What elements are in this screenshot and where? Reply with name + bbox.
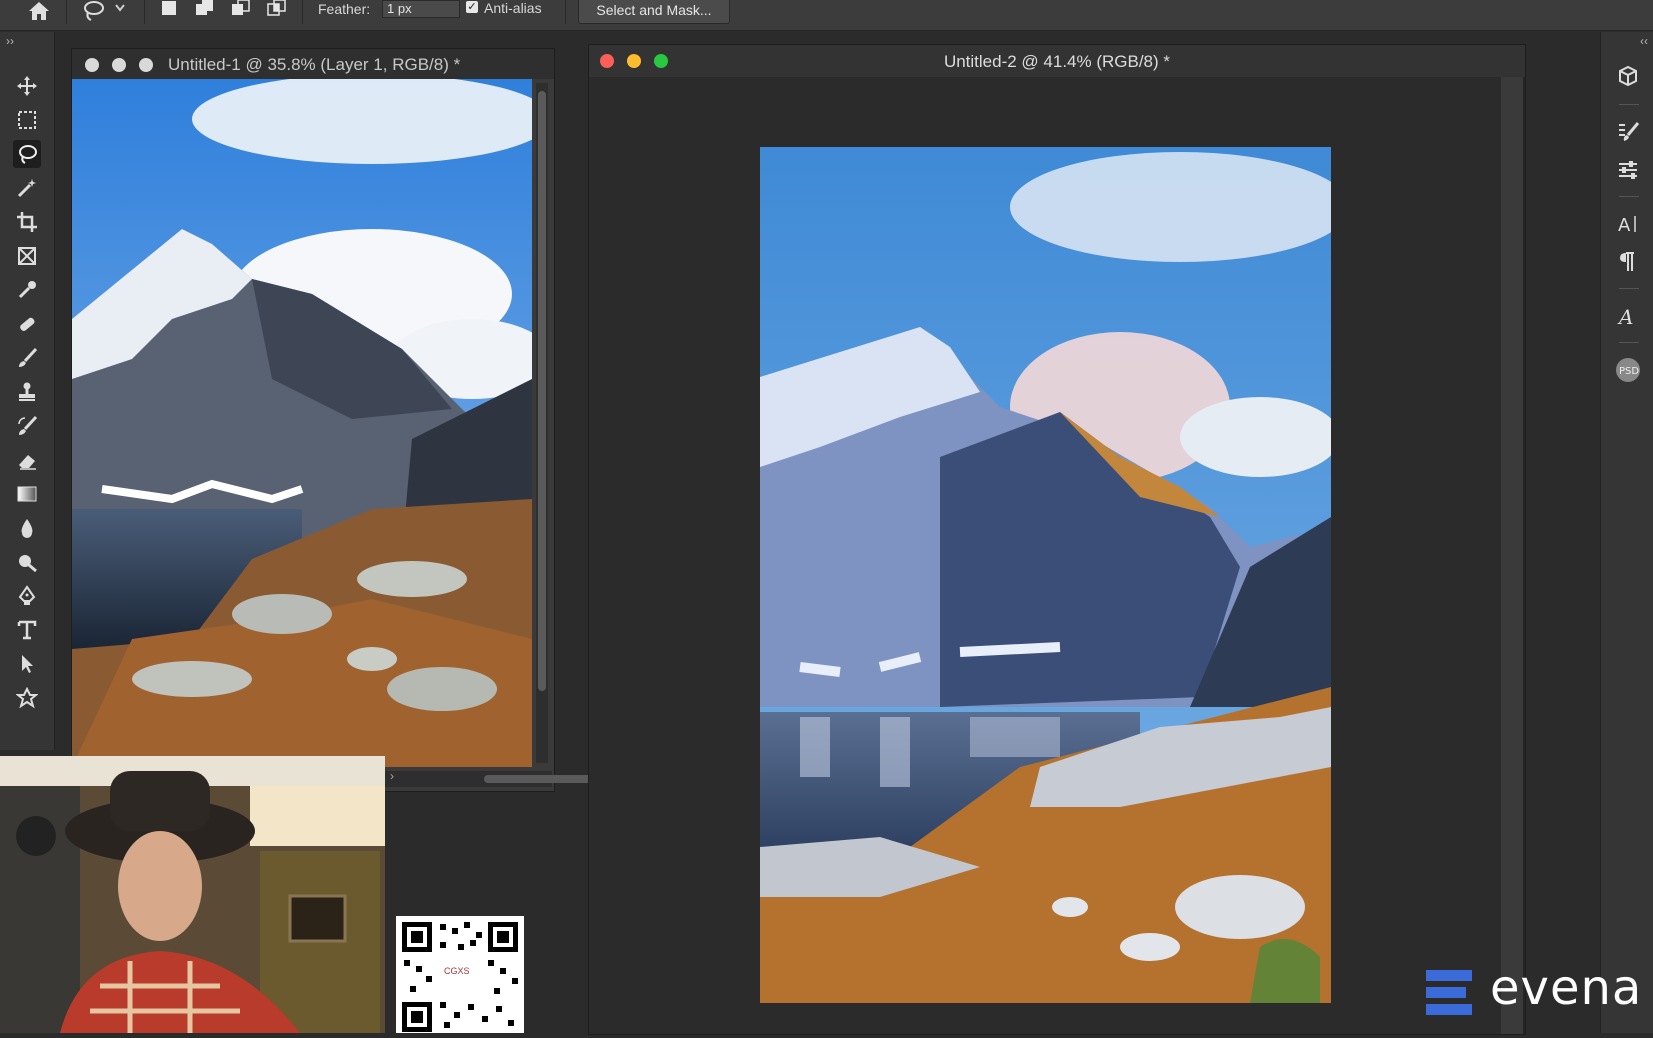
- path-selection-icon[interactable]: [13, 650, 41, 678]
- close-window-icon[interactable]: [85, 58, 99, 72]
- chevron-right-icon[interactable]: ›: [390, 769, 394, 783]
- evena-watermark: evena: [1418, 960, 1653, 1026]
- clone-stamp-icon[interactable]: [13, 378, 41, 406]
- qr-code: CGXS: [396, 916, 524, 1033]
- reference-photo-canvas[interactable]: [72, 79, 532, 767]
- svg-text:A: A: [1618, 215, 1631, 236]
- qr-center-label: CGXS: [444, 966, 470, 976]
- document-1-vertical-scrollbar[interactable]: [536, 83, 548, 763]
- webcam-feed: [0, 756, 385, 1033]
- painting-canvas[interactable]: [760, 147, 1331, 1003]
- move-tool-icon[interactable]: [13, 72, 41, 100]
- new-selection-icon[interactable]: [159, 0, 181, 20]
- character-icon[interactable]: A: [1613, 210, 1643, 238]
- document-2-vertical-scrollbar[interactable]: [1501, 77, 1523, 1034]
- dock-collapse-icon[interactable]: ‹‹: [1640, 34, 1648, 48]
- watermark-text: evena: [1490, 960, 1643, 1016]
- brush-tool-icon[interactable]: [13, 344, 41, 372]
- subtract-selection-icon[interactable]: [231, 0, 253, 20]
- frame-tool-icon[interactable]: [13, 242, 41, 270]
- healing-brush-icon[interactable]: [13, 310, 41, 338]
- document-2-titlebar: Untitled-2 @ 41.4% (RGB/8) *: [589, 45, 1525, 77]
- custom-shape-icon[interactable]: [13, 684, 41, 712]
- eyedropper-icon[interactable]: [13, 276, 41, 304]
- glyphs-icon[interactable]: A: [1613, 302, 1643, 330]
- marquee-tool-icon[interactable]: [13, 106, 41, 134]
- document-2-title: Untitled-2 @ 41.4% (RGB/8) *: [943, 52, 1171, 71]
- pen-tool-icon[interactable]: [13, 582, 41, 610]
- lasso-preset-dropdown[interactable]: [82, 0, 130, 24]
- toolbox: ››: [0, 32, 55, 750]
- options-bar: Feather: 1 px ✓ Anti-alias Select and Ma…: [0, 0, 1653, 31]
- type-tool-icon[interactable]: [13, 616, 41, 644]
- properties-icon[interactable]: [1613, 156, 1643, 184]
- home-icon[interactable]: [26, 0, 52, 22]
- add-selection-icon[interactable]: [195, 0, 217, 20]
- panel-dock: ‹‹ A A PSD: [1600, 32, 1653, 1033]
- minimize-window-icon[interactable]: [112, 58, 126, 72]
- evena-logo-icon: [1426, 970, 1472, 1015]
- svg-text:A: A: [1617, 305, 1633, 328]
- dodge-tool-icon[interactable]: [13, 548, 41, 576]
- anti-alias-checkbox[interactable]: ✓: [466, 1, 478, 13]
- zoom-window-icon[interactable]: [139, 58, 153, 72]
- blur-tool-icon[interactable]: [13, 514, 41, 542]
- crop-tool-icon[interactable]: [13, 208, 41, 236]
- svg-text:PSD: PSD: [1619, 366, 1639, 377]
- magic-wand-icon[interactable]: [13, 174, 41, 202]
- document-1-titlebar: Untitled-1 @ 35.8% (Layer 1, RGB/8) *: [72, 49, 554, 79]
- feather-input[interactable]: 1 px: [382, 0, 460, 18]
- brush-settings-icon[interactable]: [1613, 118, 1643, 146]
- document-1-horizontal-scrollbar[interactable]: [372, 771, 599, 787]
- document-1-title: Untitled-1 @ 35.8% (Layer 1, RGB/8) *: [168, 55, 461, 74]
- feather-label: Feather:: [318, 1, 371, 17]
- document-window-1: Untitled-1 @ 35.8% (Layer 1, RGB/8) * ›: [71, 48, 599, 792]
- 3d-icon[interactable]: [1613, 62, 1643, 90]
- toolbox-collapse-icon[interactable]: ››: [6, 34, 14, 48]
- document-window-2: Untitled-2 @ 41.4% (RGB/8) *: [588, 44, 1526, 1035]
- history-brush-icon[interactable]: [13, 412, 41, 440]
- anti-alias-label: Anti-alias: [484, 0, 542, 16]
- select-and-mask-button[interactable]: Select and Mask...: [578, 0, 730, 24]
- psd-icon[interactable]: PSD: [1613, 356, 1643, 384]
- eraser-icon[interactable]: [13, 446, 41, 474]
- intersect-selection-icon[interactable]: [267, 0, 289, 20]
- paragraph-icon[interactable]: [1613, 248, 1643, 276]
- gradient-tool-icon[interactable]: [13, 480, 41, 508]
- lasso-tool-icon[interactable]: [13, 140, 41, 168]
